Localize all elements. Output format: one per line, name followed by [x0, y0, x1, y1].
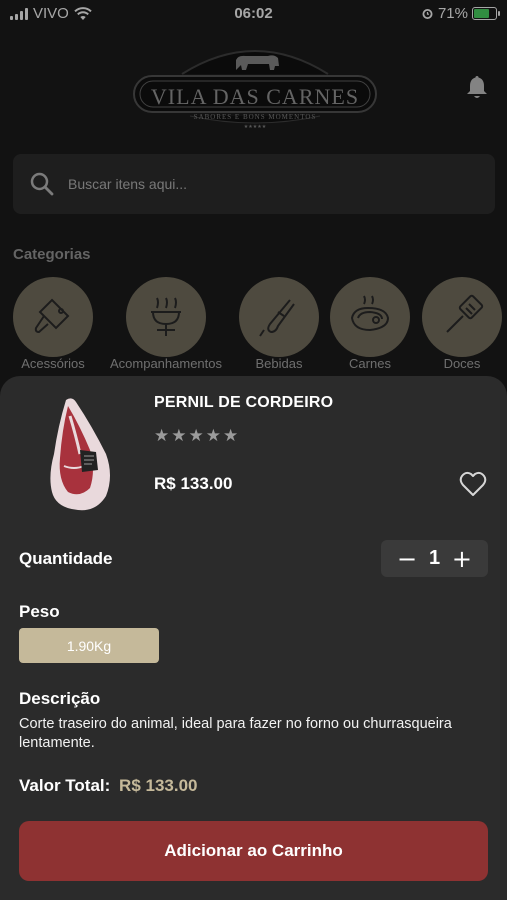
quantity-stepper: − 1 + — [381, 540, 488, 577]
search-input[interactable] — [68, 154, 468, 214]
category-bebidas[interactable]: Bebidas — [239, 277, 319, 371]
star-icon[interactable]: ★ — [206, 426, 221, 446]
weight-label: Peso — [19, 602, 60, 621]
categories-title: Categorias — [13, 246, 91, 263]
category-doces[interactable]: Doces — [422, 277, 502, 371]
svg-text:VILA DAS CARNES: VILA DAS CARNES — [151, 84, 359, 109]
quantity-label: Quantidade — [19, 549, 113, 568]
spatula-icon — [446, 294, 484, 333]
product-rating: ★ ★ ★ ★ ★ — [154, 426, 238, 446]
product-name: PERNIL DE CORDEIRO — [154, 394, 334, 411]
category-label: Doces — [443, 356, 481, 371]
product-image — [50, 398, 110, 511]
description-label: Descrição — [19, 689, 101, 708]
sausage-grill-icon — [151, 297, 181, 336]
product-price: R$ 133.00 — [154, 474, 233, 493]
tongs-icon — [259, 299, 295, 337]
category-label: Bebidas — [255, 356, 303, 371]
category-acessorios[interactable]: Acessórios — [13, 277, 93, 371]
notification-bell-icon[interactable] — [465, 74, 489, 100]
total-row: Valor Total: R$ 133.00 — [19, 776, 198, 796]
increase-quantity-button[interactable]: + — [452, 547, 472, 571]
svg-text:SABORES E BONS MOMENTOS: SABORES E BONS MOMENTOS — [194, 113, 317, 121]
weight-option-chip[interactable]: 1.90Kg — [19, 628, 159, 663]
total-label: Valor Total: — [19, 776, 111, 795]
alarm-icon — [422, 9, 433, 19]
star-icon[interactable]: ★ — [189, 426, 204, 446]
search-icon — [30, 172, 54, 196]
category-carnes[interactable]: Carnes — [330, 277, 410, 371]
cleaver-icon — [34, 298, 70, 334]
star-icon[interactable]: ★ — [154, 426, 169, 446]
steak-icon — [350, 295, 390, 332]
total-value: R$ 133.00 — [119, 776, 198, 795]
quantity-value: 1 — [428, 547, 441, 569]
category-label: Carnes — [349, 356, 391, 371]
search-bar[interactable] — [13, 154, 495, 214]
status-bar: VIVO 06:02 71% — [0, 0, 507, 28]
battery-percentage: 71% — [437, 5, 468, 22]
star-icon[interactable]: ★ — [223, 426, 238, 446]
description-text: Corte traseiro do animal, ideal para faz… — [19, 716, 452, 751]
category-label: Acompanhamentos — [109, 356, 222, 371]
product-detail-sheet: PERNIL DE CORDEIRO ★ ★ ★ ★ ★ R$ 133.00 Q… — [0, 376, 507, 900]
favorite-heart-icon[interactable] — [459, 471, 487, 497]
battery-icon — [472, 7, 500, 20]
category-acompanhamentos[interactable]: Acompanhamentos — [103, 277, 229, 371]
category-label: Acessórios — [21, 356, 85, 371]
decrease-quantity-button[interactable]: − — [397, 547, 417, 571]
vila-das-carnes-logo: VILA DAS CARNES SABORES E BONS MOMENTOS … — [133, 50, 377, 130]
svg-text:★★★★★: ★★★★★ — [244, 124, 267, 130]
add-to-cart-button[interactable]: Adicionar ao Carrinho — [19, 821, 488, 881]
star-icon[interactable]: ★ — [171, 426, 186, 446]
